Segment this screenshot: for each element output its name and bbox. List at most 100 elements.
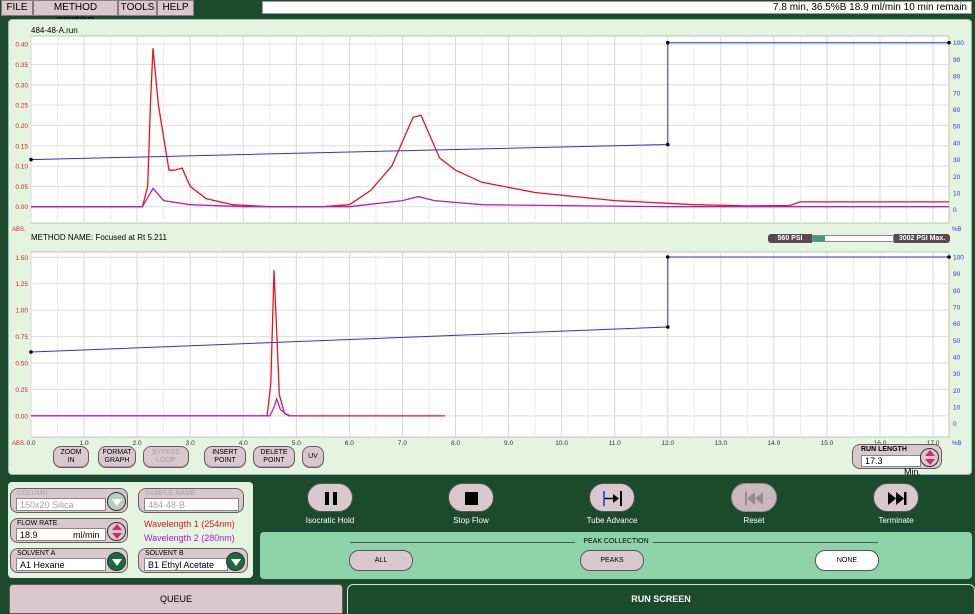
run-length-unit: Min. — [904, 467, 922, 477]
terminate-label: Terminate — [878, 516, 914, 525]
solvent-b-value: B1 Ethyl Acetate — [144, 558, 228, 571]
bypass-loop-label-2: LOOP — [156, 457, 176, 464]
x-tick-label: 6.0 — [345, 440, 354, 447]
solvent-a-field[interactable]: SOLVENT A A1 Hexane — [10, 548, 128, 573]
menu-tools[interactable]: TOOLS — [118, 0, 157, 16]
menu-help[interactable]: HELP — [157, 0, 194, 16]
peak-collection-all-button[interactable]: ALL — [349, 550, 413, 571]
y-tick-label: 0.00 — [15, 204, 28, 211]
x-tick-label: 15.0 — [821, 440, 834, 447]
tube-advance-label: Tube Advance — [586, 516, 638, 525]
terminate-button[interactable] — [873, 483, 919, 512]
insert-point-label: INSERT — [212, 449, 238, 456]
pressure-fill — [813, 236, 825, 241]
y-tick-label: 0.75 — [15, 334, 28, 341]
gradient-point — [665, 40, 670, 45]
y2-tick-label: 10 — [953, 405, 961, 412]
run-length-input[interactable]: 17.3 Min. — [861, 455, 921, 477]
pause-icon — [325, 492, 337, 505]
tube-advance-button[interactable] — [589, 483, 635, 512]
column-dropdown-button[interactable] — [107, 492, 126, 511]
y2-tick-label: 40 — [953, 140, 961, 147]
tab-queue[interactable]: QUEUE — [9, 584, 343, 614]
pressure-bar — [812, 235, 894, 242]
solvent-a-label: SOLVENT A — [17, 550, 56, 557]
wavelength-2-label: Wavelength 2 (280nm) — [144, 533, 235, 543]
solvent-a-value: A1 Hexane — [16, 558, 106, 571]
run-length-label: RUN LENGTH — [861, 446, 907, 453]
peak-collection-peaks-button[interactable]: PEAKS — [580, 550, 644, 571]
plot-area — [30, 251, 950, 438]
y-tick-label: 0.20 — [15, 123, 28, 130]
skip-forward-icon — [888, 492, 907, 505]
flow-rate-value: 18.9 — [20, 530, 38, 540]
isocratic-hold-label: Isocratic Hold — [305, 516, 355, 525]
y2-tick-label: 80 — [953, 74, 961, 81]
insert-point-button[interactable]: INSERT POINT — [204, 446, 246, 468]
x-tick-label: 9.0 — [504, 440, 513, 447]
stop-flow-button[interactable] — [448, 483, 494, 512]
run-parameters-panel: COLUMN 150x20 Silica SAMPLE NAME 484-48-… — [8, 482, 253, 578]
reset-button[interactable] — [731, 483, 777, 512]
decrement-arrow-icon[interactable] — [925, 459, 935, 465]
zoom-in-button[interactable]: ZOOM IN — [53, 446, 89, 468]
y2-tick-label: 30 — [953, 157, 961, 164]
peak-collection-none-button[interactable]: NONE — [815, 550, 879, 571]
pressure-min-label: 560 PSI — [768, 234, 812, 243]
y-tick-label: 0.40 — [15, 42, 28, 49]
uv-label: UV — [308, 453, 318, 460]
delete-point-label: DELETE — [260, 449, 288, 456]
bypass-loop-button[interactable]: BYPASS LOOP — [143, 446, 189, 468]
y-tick-label: 0.00 — [15, 413, 28, 420]
bypass-loop-label: BYPASS — [152, 449, 180, 456]
y-tick-label: 0.50 — [15, 361, 28, 368]
run-length-value: 17.3 — [865, 456, 883, 466]
decrement-arrow-icon[interactable] — [112, 533, 122, 539]
run-length-stepper[interactable] — [920, 448, 939, 467]
x-tick-label: 13.0 — [714, 440, 727, 447]
x-tick-label: 3.0 — [186, 440, 195, 447]
graph-panel: 0.00 0.05 0.10 0.15 0.20 0.25 0.30 0.35 0.40 0 10 2… — [8, 19, 972, 475]
y2-tick-label: 100 — [953, 40, 964, 47]
delete-point-button[interactable]: DELETE POINT — [253, 446, 295, 468]
isocratic-hold-button[interactable] — [307, 483, 353, 512]
format-graph-label-2: GRAPH — [104, 457, 130, 464]
pressure-max-label: 3002 PSI Max. — [894, 234, 950, 243]
flow-rate-stepper[interactable] — [107, 522, 126, 541]
method-chart[interactable]: 0.00 0.25 0.50 0.75 1.00 1.25 1.50 0 10 20 30 40 50 6… — [9, 232, 973, 472]
chromatogram-chart[interactable]: 0.00 0.05 0.10 0.15 0.20 0.25 0.30 0.35 0.40 0 10 2… — [9, 20, 973, 235]
menu-bar: FILE METHOD EDITOR TOOLS HELP 7.8 min, 3… — [0, 0, 975, 27]
menu-method-editor[interactable]: METHOD EDITOR — [33, 0, 118, 27]
increment-arrow-icon[interactable] — [112, 524, 122, 530]
x-tick-label: 8.0 — [451, 440, 460, 447]
gradient-point — [947, 40, 951, 45]
gradient-point — [665, 255, 670, 259]
run-status: 7.8 min, 36.5%B 18.9 ml/min 10 min remai… — [262, 1, 972, 14]
increment-arrow-icon[interactable] — [925, 450, 935, 456]
flow-rate-field[interactable]: FLOW RATE 18.9 ml/min — [10, 518, 128, 543]
stop-icon — [465, 492, 478, 505]
solvent-b-dropdown-button[interactable] — [226, 552, 245, 571]
solvent-a-dropdown-button[interactable] — [107, 552, 126, 571]
sample-name-field[interactable]: SAMPLE NAME 484-48-B — [138, 488, 244, 513]
format-graph-button[interactable]: FORMAT GRAPH — [98, 446, 136, 468]
peak-collection-divider-right — [653, 542, 878, 543]
sample-name-label: SAMPLE NAME — [145, 490, 196, 497]
y2-tick-label: 0 — [953, 207, 957, 214]
column-field[interactable]: COLUMN 150x20 Silica — [10, 488, 128, 513]
tab-run-screen[interactable]: RUN SCREEN — [347, 584, 975, 614]
column-label: COLUMN — [17, 490, 48, 497]
flow-rate-input[interactable]: 18.9 ml/min — [16, 528, 106, 541]
solvent-b-field[interactable]: SOLVENT B B1 Ethyl Acetate — [138, 548, 248, 573]
y2-tick-label: 20 — [953, 174, 961, 181]
chevron-down-icon — [112, 499, 122, 506]
y-tick-label: 0.10 — [15, 164, 28, 171]
gradient-point — [29, 350, 33, 354]
x-tick-label: 11.0 — [609, 440, 622, 447]
gradient-point — [665, 142, 670, 147]
y2-tick-label: 70 — [953, 305, 961, 312]
peak-collection-panel: PEAK COLLECTION ALL PEAKS NONE — [260, 532, 972, 579]
uv-button[interactable]: UV — [302, 446, 324, 468]
y2-tick-label: 90 — [953, 271, 961, 278]
menu-file[interactable]: FILE — [1, 0, 33, 16]
